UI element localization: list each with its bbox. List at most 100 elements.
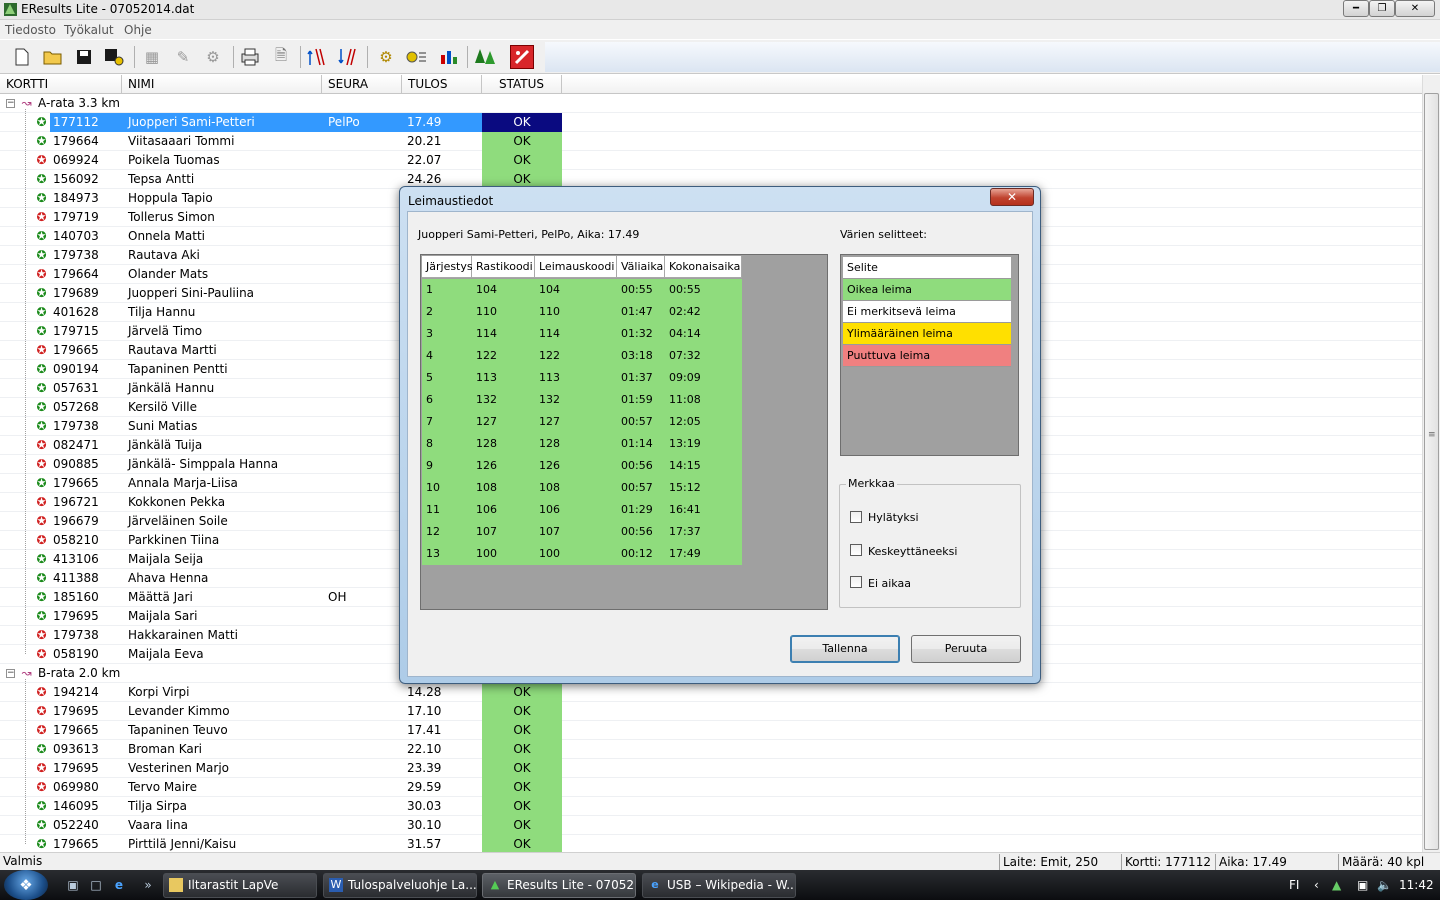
table-row[interactable]: ✪ 194214 Korpi Virpi 14.28 OK <box>0 683 1422 702</box>
punch-grid[interactable]: Järjestys Rastikoodi Leimauskoodi Väliai… <box>420 254 828 610</box>
column-header-kortti[interactable]: KORTTI <box>0 75 122 94</box>
club-cell <box>322 778 402 797</box>
task-word[interactable]: W Tulospalveluohje La... <box>323 873 477 898</box>
tray-expand-icon[interactable]: ‹ <box>1314 878 1319 892</box>
sort-alt-icon[interactable] <box>337 45 361 69</box>
punch-header-rastikoodi[interactable]: Rastikoodi <box>472 256 535 278</box>
table-row[interactable]: ✪ 179665 Pirttilä Jenni/Kaisu 31.57 OK <box>0 835 1422 852</box>
table-row[interactable]: ✪ 146095 Tilja Sirpa 30.03 OK <box>0 797 1422 816</box>
usb-icon[interactable]: ▣ <box>1357 878 1368 892</box>
exit-icon[interactable] <box>510 45 534 69</box>
card-cell: 179695 <box>53 761 99 775</box>
club-cell <box>322 645 402 664</box>
table-row[interactable]: ✪ 179695 Vesterinen Marjo 23.39 OK <box>0 759 1422 778</box>
task-eresults[interactable]: ▲ EResults Lite - 07052... <box>482 873 636 898</box>
column-header-tulos[interactable]: TULOS <box>402 75 482 94</box>
open-folder-icon[interactable] <box>41 45 65 69</box>
mark-group-title: Merkkaa <box>846 477 897 490</box>
quicklaunch-more-icon[interactable]: » <box>140 877 156 893</box>
gear-icon[interactable]: ⚙ <box>374 45 398 69</box>
save-as-icon[interactable] <box>102 45 126 69</box>
reader-icon[interactable] <box>405 45 429 69</box>
menu-tiedosto[interactable]: Tiedosto <box>5 23 56 37</box>
result-cell: 22.07 <box>407 153 442 167</box>
name-cell: Tilja Sirpa <box>128 799 187 813</box>
club-cell <box>322 341 402 360</box>
trees-icon[interactable] <box>474 45 498 69</box>
disqualify-checkbox[interactable] <box>850 511 862 523</box>
table-row[interactable]: ✪ 179665 Tapaninen Teuvo 17.41 OK <box>0 721 1422 740</box>
name-cell: Jänkälä- Simppala Hanna <box>128 457 279 471</box>
punch-cell: 13 <box>426 547 440 560</box>
punch-cell: 110 <box>539 305 560 318</box>
vertical-scrollbar[interactable]: ≡ <box>1422 75 1440 852</box>
punch-header-valiaika[interactable]: Väliaika <box>617 256 665 278</box>
language-indicator[interactable]: FI <box>1289 878 1299 892</box>
collapse-toggle[interactable]: − <box>6 99 15 108</box>
network-icon[interactable]: ▲ <box>1332 878 1341 892</box>
result-cell: 29.59 <box>407 780 442 794</box>
print-preview-icon[interactable]: 🗎 <box>269 45 293 69</box>
punch-cell: 01:47 <box>621 305 653 318</box>
dialog-close-button[interactable]: ✕ <box>990 188 1034 206</box>
table-row[interactable]: ✪ 177112 Juopperi Sami-Petteri PelPo 17.49 OK <box>0 113 1422 132</box>
minimize-button[interactable]: ━ <box>1343 0 1369 17</box>
volume-icon[interactable]: 🔈 <box>1377 878 1392 892</box>
column-header-status[interactable]: STATUS <box>482 75 562 94</box>
switch-windows-icon[interactable]: □ <box>88 877 104 893</box>
name-cell: Juopperi Sami-Petteri <box>122 113 322 132</box>
start-button[interactable]: ❖ <box>4 870 48 900</box>
club-cell <box>322 759 402 778</box>
punch-header-kokonaisaika[interactable]: Kokonaisaika <box>665 256 742 278</box>
chart-icon[interactable] <box>437 45 461 69</box>
punch-header-jarjestys[interactable]: Järjestys <box>422 256 473 278</box>
course-icon: ↝ <box>21 666 32 680</box>
dnf-checkbox[interactable] <box>850 544 862 556</box>
punch-cell: 6 <box>426 393 433 406</box>
sort-icon[interactable] <box>306 45 330 69</box>
card-cell: 069924 <box>53 153 99 167</box>
scrollbar-thumb[interactable] <box>1424 93 1439 850</box>
table-row[interactable]: ✪ 052240 Vaara Iina 30.10 OK <box>0 816 1422 835</box>
status-cell: OK <box>482 740 562 759</box>
print-icon[interactable] <box>238 45 262 69</box>
card-cell: 052240 <box>53 818 99 832</box>
column-header-seura[interactable]: SEURA <box>322 75 402 94</box>
status-cell: OK <box>482 683 562 702</box>
punch-cell: 01:29 <box>621 503 653 516</box>
save-icon[interactable] <box>72 45 96 69</box>
cancel-button[interactable]: Peruuta <box>911 635 1021 663</box>
task-folder[interactable]: Iltarastit LapVe <box>163 873 317 898</box>
status-cell: OK <box>482 113 562 132</box>
group-row[interactable]: − ↝ A-rata 3.3 km <box>0 94 1422 113</box>
show-desktop-icon[interactable]: ▣ <box>65 877 81 893</box>
new-file-icon[interactable] <box>10 45 34 69</box>
table-row[interactable]: ✪ 179664 Viitasaaari Tommi 20.21 OK <box>0 132 1422 151</box>
name-cell: Maijala Seija <box>128 552 204 566</box>
save-button[interactable]: Tallenna <box>790 635 900 663</box>
club-cell <box>322 246 402 265</box>
restore-button[interactable]: ❐ <box>1369 0 1395 17</box>
readout-icon[interactable]: ▦ <box>140 45 164 69</box>
table-row[interactable]: ✪ 069980 Tervo Maire 29.59 OK <box>0 778 1422 797</box>
settings-icon[interactable]: ⚙ <box>201 45 225 69</box>
legend-grid[interactable]: Selite Oikea leima Ei merkitsevä leima Yli… <box>840 254 1019 456</box>
task-browser[interactable]: e USB – Wikipedia - W... <box>642 873 796 898</box>
ie-icon[interactable]: e <box>111 877 127 893</box>
no-time-checkbox[interactable] <box>850 576 862 588</box>
punch-header-leimauskoodi[interactable]: Leimauskoodi <box>535 256 617 278</box>
menu-ohje[interactable]: Ohje <box>124 23 152 37</box>
close-window-button[interactable]: ✕ <box>1395 0 1435 17</box>
clock[interactable]: 11:42 <box>1399 878 1434 892</box>
table-row[interactable]: ✪ 179695 Levander Kimmo 17.10 OK <box>0 702 1422 721</box>
table-row[interactable]: ✪ 093613 Broman Kari 22.10 OK <box>0 740 1422 759</box>
runner-icon: ✪ <box>36 362 47 376</box>
collapse-toggle[interactable]: − <box>6 669 15 678</box>
runner-icon: ✪ <box>36 115 47 129</box>
result-cell: 31.57 <box>407 837 442 851</box>
menu-tyokalut[interactable]: Työkalut <box>64 23 114 37</box>
column-header-nimi[interactable]: NIMI <box>122 75 322 94</box>
table-row[interactable]: ✪ 069924 Poikela Tuomas 22.07 OK <box>0 151 1422 170</box>
edit-icon[interactable]: ✎ <box>171 45 195 69</box>
punch-cell: 13:19 <box>669 437 701 450</box>
